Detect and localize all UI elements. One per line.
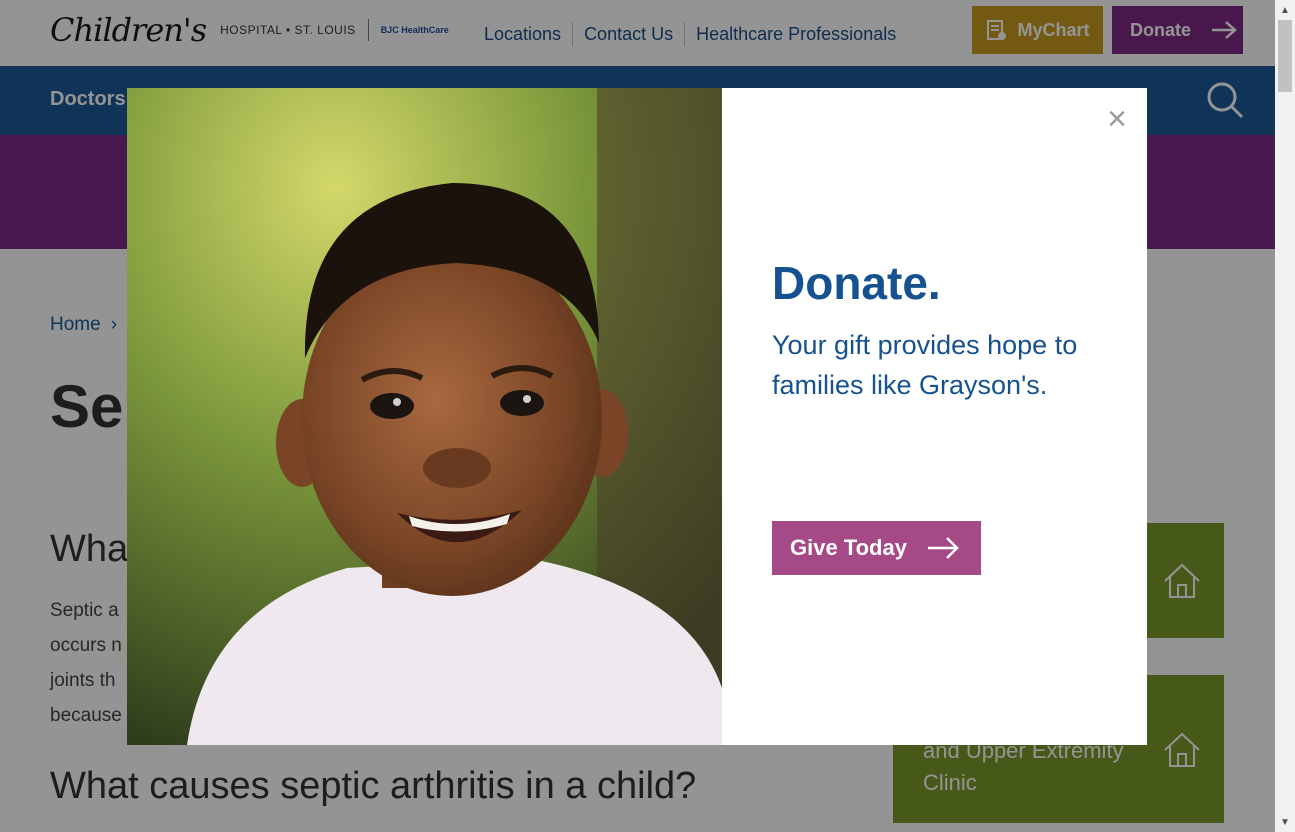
modal-content: × Donate. Your gift provides hope to fam… [722, 88, 1147, 745]
give-today-label: Give Today [790, 535, 907, 560]
close-icon[interactable]: × [1107, 102, 1127, 136]
modal-title: Donate. [772, 257, 941, 309]
vertical-scrollbar[interactable]: ▲ ▼ [1275, 0, 1295, 832]
scrollbar-thumb[interactable] [1278, 20, 1292, 92]
give-today-button[interactable]: Give Today [772, 521, 981, 575]
scroll-down-arrow-icon[interactable]: ▼ [1275, 812, 1295, 832]
arrow-right-icon [927, 537, 959, 559]
scroll-up-arrow-icon[interactable]: ▲ [1275, 0, 1295, 20]
donate-modal: × Donate. Your gift provides hope to fam… [127, 88, 1147, 745]
child-photo [127, 88, 722, 745]
modal-message: Your gift provides hope to families like… [772, 330, 1078, 400]
